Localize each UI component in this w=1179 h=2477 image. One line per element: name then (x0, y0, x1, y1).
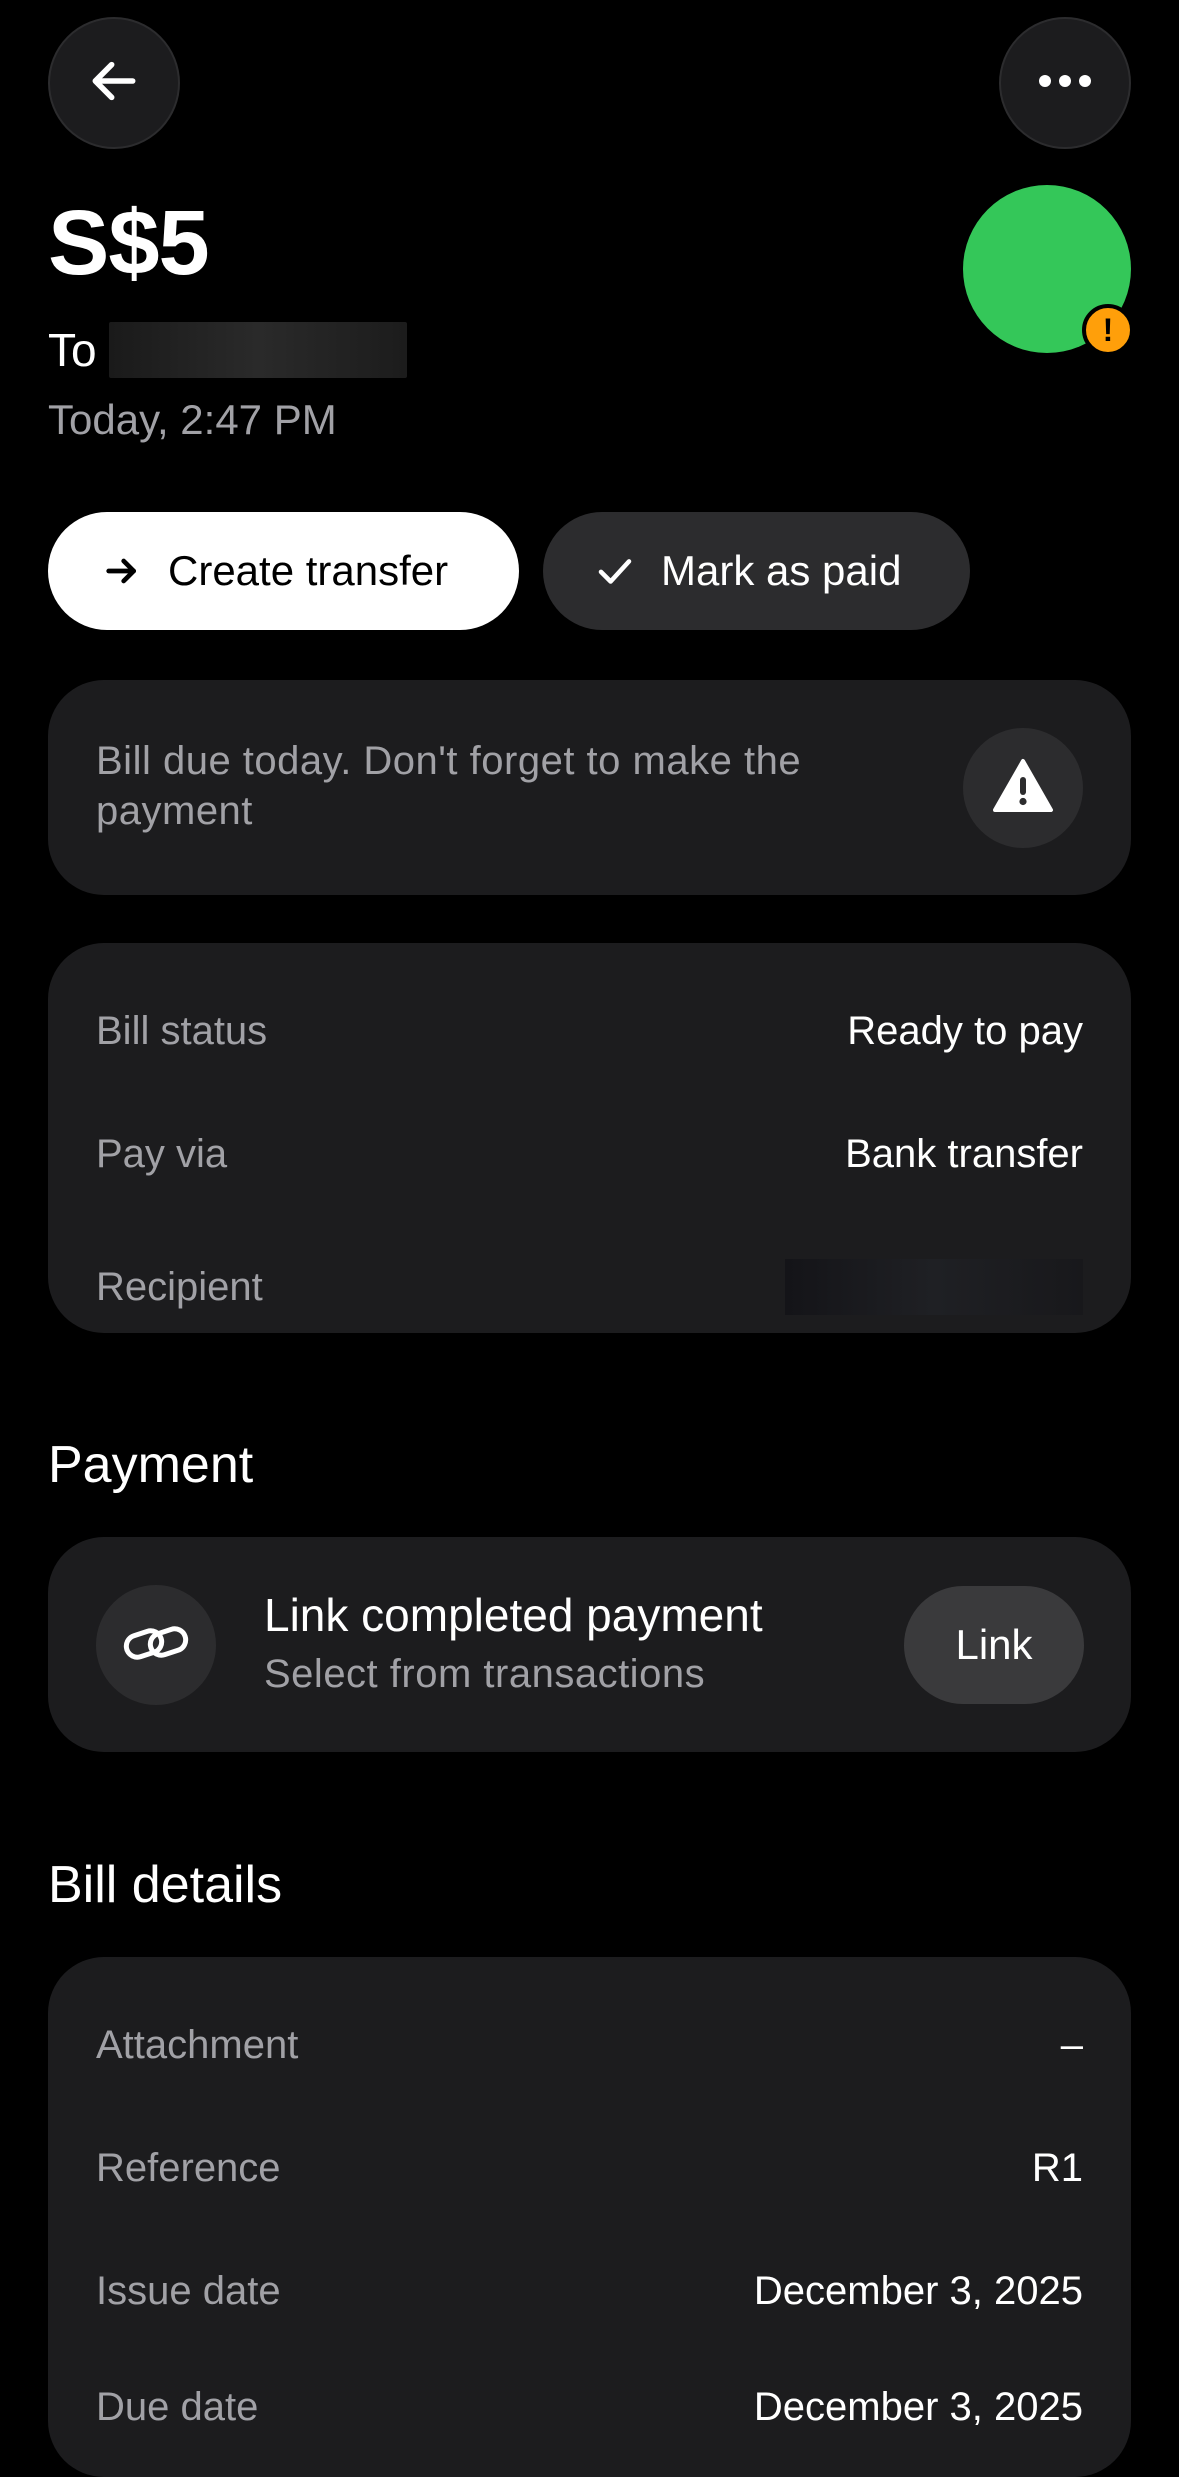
ellipsis-icon (1037, 73, 1093, 94)
reference-value: R1 (1031, 2146, 1083, 2190)
row-label: Issue date (96, 2269, 281, 2313)
link-icon-container (96, 1585, 216, 1705)
row-label: Attachment (96, 2023, 299, 2067)
row-label: Pay via (96, 1132, 228, 1176)
row-label: Bill status (96, 1009, 268, 1053)
bill-status-row: Bill status Ready to pay (96, 1005, 1083, 1057)
attachment-value: – (1060, 2023, 1083, 2067)
link-chain-icon (122, 1617, 190, 1674)
issue-date-row: Issue date December 3, 2025 (96, 2265, 1083, 2317)
bill-status-card: Bill status Ready to pay Pay via Bank tr… (48, 943, 1131, 1333)
mark-as-paid-label: Mark as paid (661, 547, 902, 594)
issue-date-value: December 3, 2025 (753, 2269, 1083, 2313)
due-alert-card: Bill due today. Don't forget to make the… (48, 680, 1131, 895)
link-button[interactable]: Link (904, 1586, 1084, 1704)
to-label: To (48, 324, 97, 376)
recipient-line: To (48, 322, 407, 378)
warning-badge: ! (1082, 304, 1134, 356)
link-payment-title: Link completed payment (264, 1589, 763, 1641)
pay-via-value: Bank transfer (845, 1132, 1083, 1176)
bill-details-section-title: Bill details (48, 1856, 283, 1914)
recipient-row[interactable]: Recipient (96, 1259, 1083, 1315)
row-label: Reference (96, 2146, 281, 2190)
more-options-button[interactable] (999, 17, 1131, 149)
attachment-row[interactable]: Attachment – (96, 2019, 1083, 2071)
back-button[interactable] (48, 17, 180, 149)
payment-section-title: Payment (48, 1436, 254, 1494)
bill-timestamp: Today, 2:47 PM (48, 396, 337, 443)
checkmark-icon (593, 549, 637, 593)
reference-row: Reference R1 (96, 2142, 1083, 2194)
create-transfer-label: Create transfer (168, 547, 449, 594)
link-payment-subtitle: Select from transactions (264, 1652, 706, 1696)
link-payment-card: Link completed payment Select from trans… (48, 1537, 1131, 1752)
bill-details-card: Attachment – Reference R1 Issue date Dec… (48, 1957, 1131, 2477)
alert-icon-container (963, 728, 1083, 848)
arrow-right-icon (100, 549, 144, 593)
create-transfer-button[interactable]: Create transfer (48, 512, 519, 630)
pay-via-row: Pay via Bank transfer (96, 1128, 1083, 1180)
due-date-value: December 3, 2025 (753, 2385, 1083, 2429)
bill-status-value: Ready to pay (847, 1009, 1083, 1053)
warning-triangle-icon (992, 758, 1054, 819)
redacted-recipient-name (108, 322, 407, 378)
redacted-recipient-value (785, 1259, 1083, 1315)
row-label: Recipient (96, 1265, 263, 1309)
arrow-left-icon (86, 53, 142, 114)
bill-amount: S$5 (48, 192, 210, 294)
due-alert-message: Bill due today. Don't forget to make the… (96, 739, 802, 833)
mark-as-paid-button[interactable]: Mark as paid (543, 512, 970, 630)
row-label: Due date (96, 2385, 259, 2429)
due-date-row: Due date December 3, 2025 (96, 2381, 1083, 2433)
